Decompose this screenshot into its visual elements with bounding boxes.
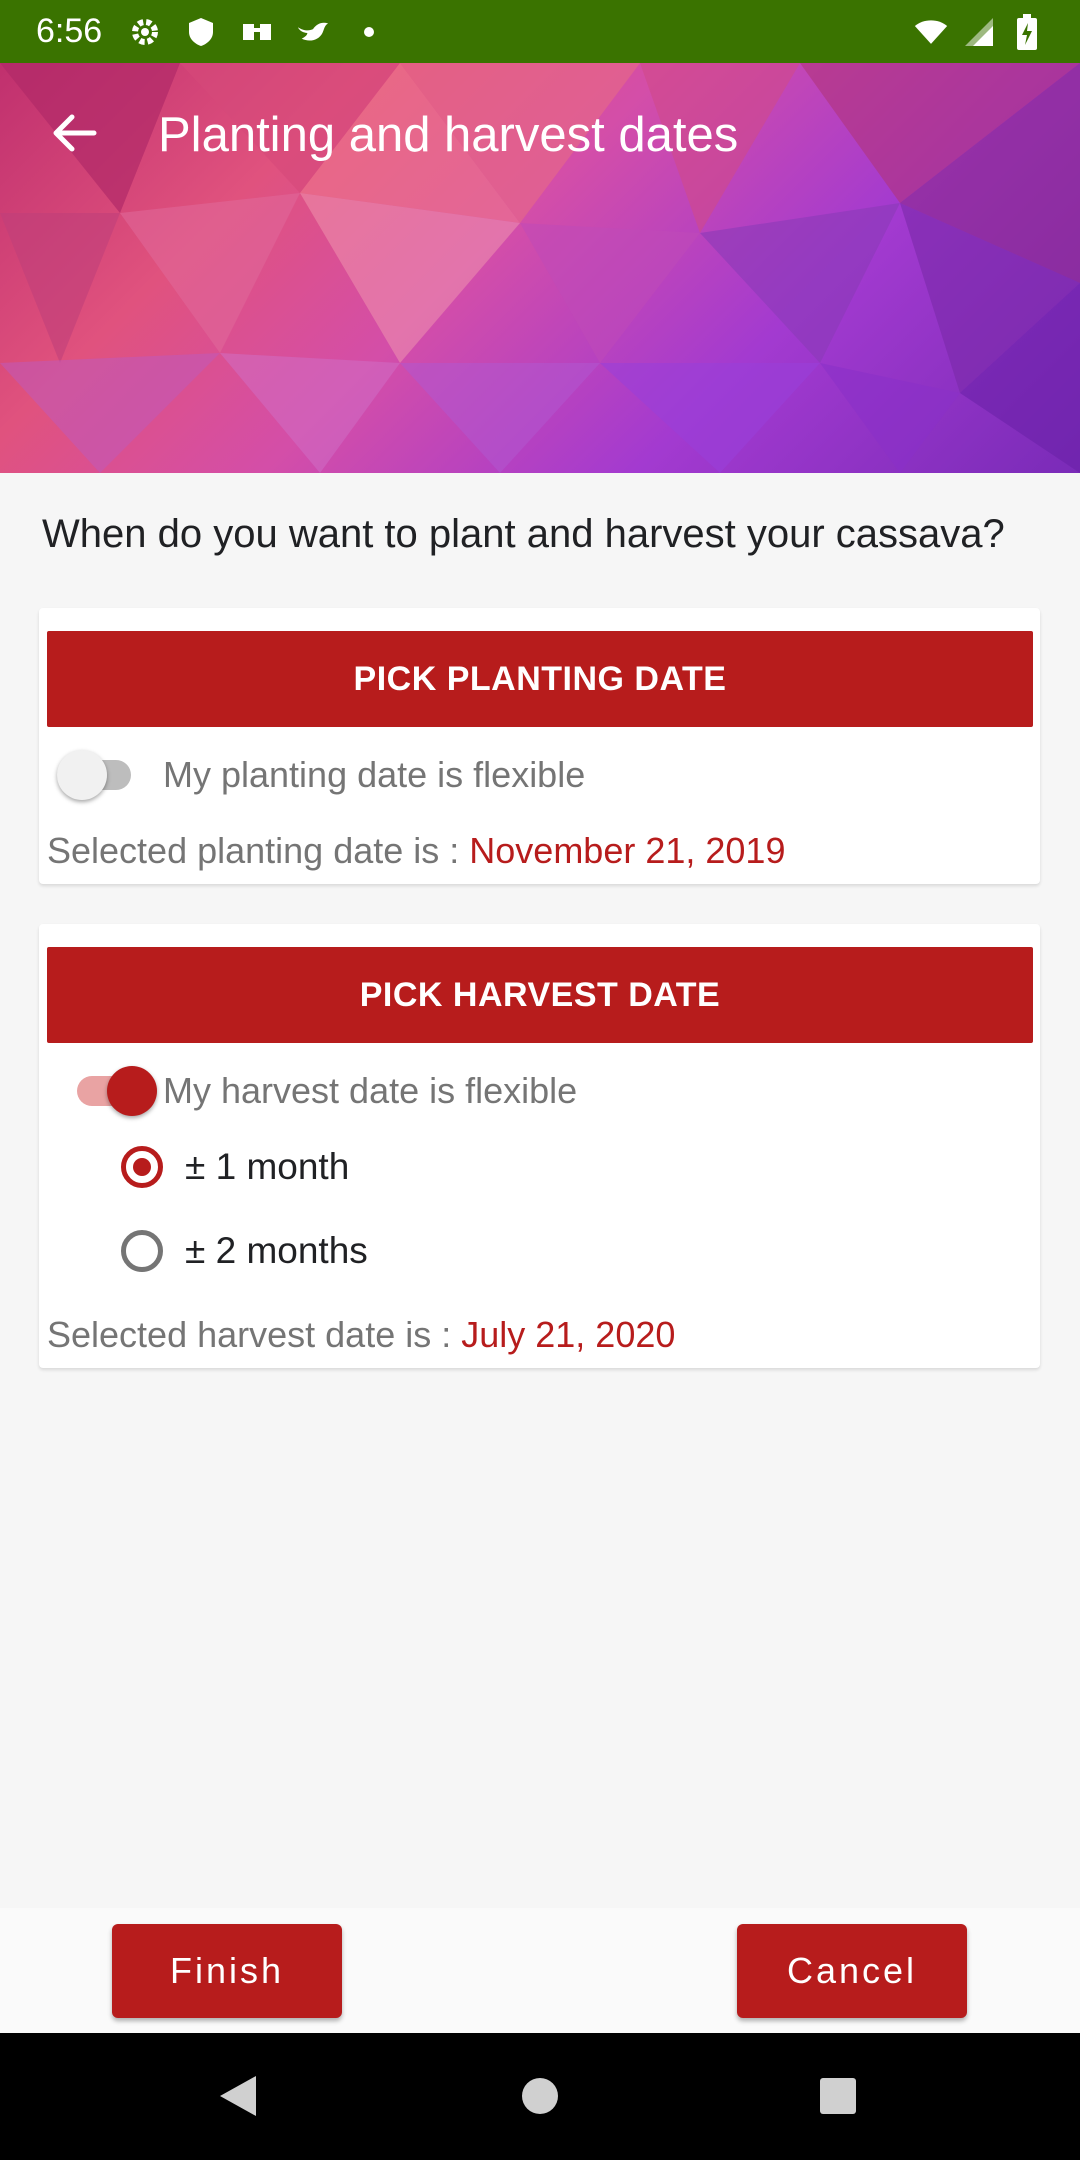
switch-thumb	[57, 750, 107, 800]
app-icon	[240, 15, 274, 49]
dot-icon	[352, 15, 386, 49]
page-title: Planting and harvest dates	[158, 108, 739, 162]
selected-harvest-date: Selected harvest date is : July 21, 2020	[47, 1314, 675, 1356]
circle-home-icon	[522, 2078, 558, 2114]
app-header: Planting and harvest dates	[0, 63, 1080, 473]
status-icons-right	[914, 13, 1044, 50]
shield-icon	[184, 15, 218, 49]
bird-icon	[296, 15, 330, 49]
triangle-back-icon	[220, 2076, 256, 2116]
arrow-back-icon	[53, 114, 97, 152]
planting-card: PICK PLANTING DATE My planting date is f…	[39, 608, 1040, 884]
navigation-bar	[0, 2033, 1080, 2160]
question-text: When do you want to plant and harvest yo…	[42, 512, 1005, 556]
harvest-option-label: ± 1 month	[185, 1146, 350, 1187]
harvest-card: PICK HARVEST DATE My harvest date is fle…	[39, 924, 1040, 1368]
pick-harvest-date-button[interactable]: PICK HARVEST DATE	[47, 947, 1033, 1043]
nav-home-button[interactable]	[507, 2063, 573, 2129]
battery-charging-icon	[1010, 13, 1044, 50]
selected-planting-date: Selected planting date is : November 21,…	[47, 830, 785, 872]
square-recents-icon	[820, 2078, 856, 2114]
radio-button-unchecked[interactable]	[121, 1230, 163, 1272]
back-button[interactable]	[40, 109, 108, 157]
selected-planting-prefix: Selected planting date is :	[47, 830, 470, 871]
selected-harvest-prefix: Selected harvest date is :	[47, 1314, 462, 1355]
planting-flexible-label: My planting date is flexible	[163, 754, 586, 795]
planting-flexible-switch[interactable]	[57, 750, 131, 800]
planting-flexible-row[interactable]: My planting date is flexible	[57, 750, 586, 800]
cancel-button[interactable]: Cancel	[737, 1924, 967, 2018]
nav-back-button[interactable]	[205, 2063, 271, 2129]
harvest-date-value: July 21, 2020	[461, 1314, 676, 1355]
status-time: 6:56	[36, 12, 103, 50]
harvest-flexible-row[interactable]: My harvest date is flexible	[77, 1066, 578, 1116]
harvest-flexible-label: My harvest date is flexible	[163, 1070, 578, 1111]
switch-thumb	[107, 1066, 157, 1116]
harvest-option-2-months[interactable]: ± 2 months	[121, 1230, 368, 1272]
wifi-icon	[914, 15, 948, 49]
harvest-flexible-switch[interactable]	[77, 1066, 157, 1116]
gear-icon	[128, 15, 162, 49]
finish-button[interactable]: Finish	[112, 1924, 342, 2018]
nav-recents-button[interactable]	[805, 2063, 871, 2129]
planting-date-value: November 21, 2019	[469, 830, 786, 871]
radio-button-checked[interactable]	[121, 1146, 163, 1188]
harvest-option-1-month[interactable]: ± 1 month	[121, 1146, 349, 1188]
status-icons-left	[128, 15, 386, 49]
pick-planting-date-button[interactable]: PICK PLANTING DATE	[47, 631, 1033, 727]
harvest-option-label: ± 2 months	[185, 1230, 368, 1271]
signal-icon	[962, 15, 996, 49]
status-bar: 6:56	[0, 0, 1080, 63]
